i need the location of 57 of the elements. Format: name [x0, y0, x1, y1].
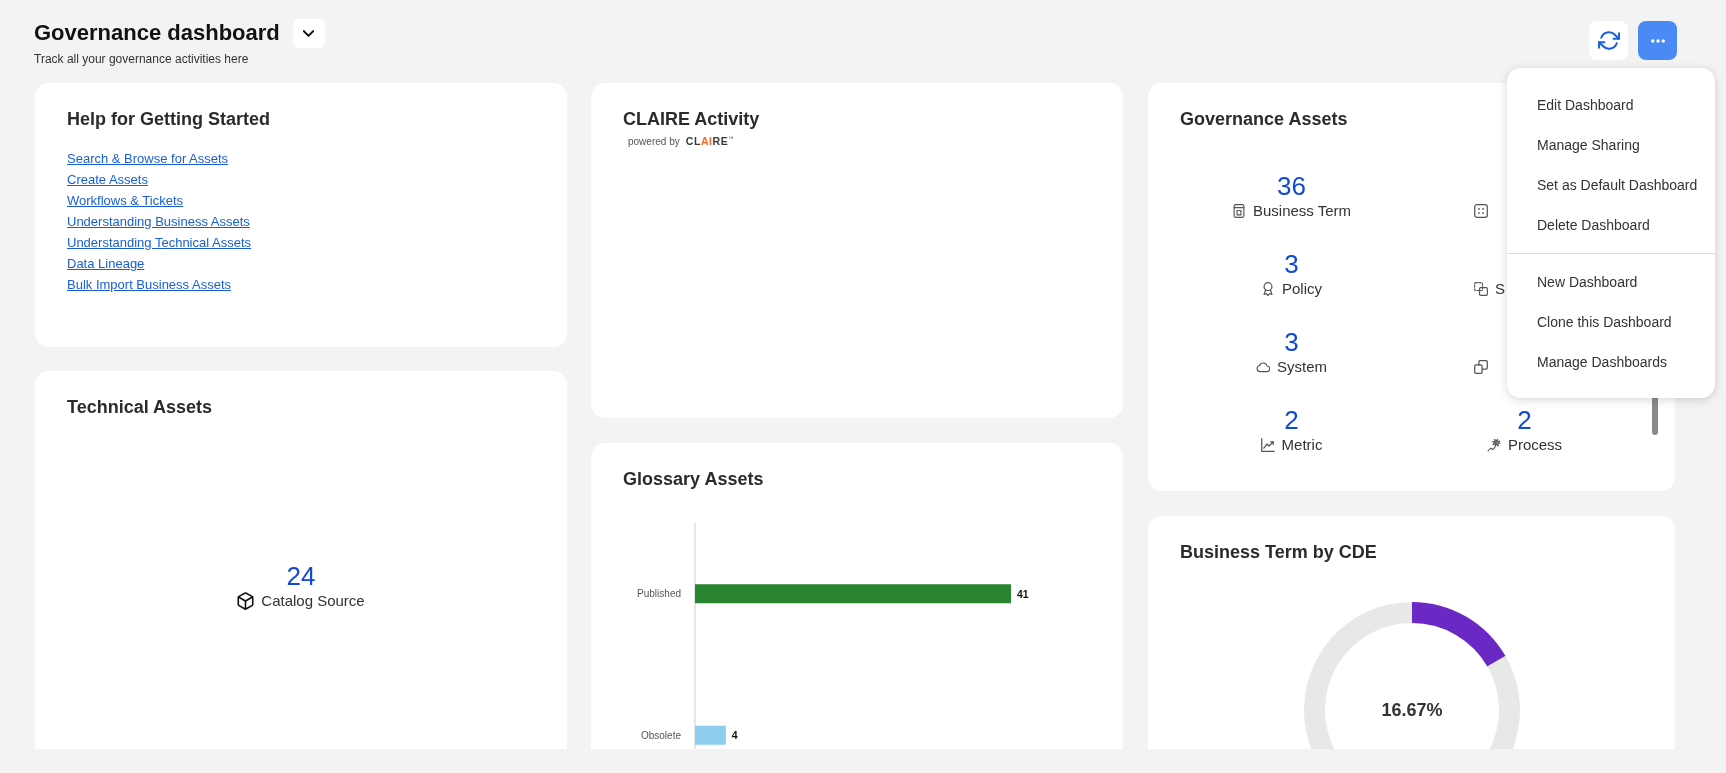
page-title: Governance dashboard: [34, 19, 280, 47]
card-title: Technical Assets: [67, 396, 213, 419]
dot-grid-icon: [1474, 204, 1488, 218]
menu-item[interactable]: Set as Default Dashboard: [1507, 165, 1715, 205]
help-link[interactable]: Understanding Technical Assets: [67, 233, 252, 252]
value-label: 4: [731, 729, 738, 742]
stacked-squares-icon: [1474, 360, 1488, 374]
help-link[interactable]: Understanding Business Assets: [67, 212, 250, 231]
asset-label: System: [1277, 357, 1327, 377]
refresh-button[interactable]: [1589, 21, 1628, 60]
line-chart-icon: [1260, 438, 1275, 452]
category-label: Obsolete: [640, 729, 681, 741]
asset-count: 2: [1284, 405, 1299, 435]
help-link[interactable]: Search & Browse for Assets: [67, 149, 229, 168]
document-icon: [1231, 204, 1246, 218]
menu-item[interactable]: Manage Sharing: [1507, 125, 1715, 165]
help-link[interactable]: Workflows & Tickets: [67, 191, 184, 210]
dashboard-dropdown-button[interactable]: [292, 18, 325, 48]
overlapping-squares-icon: [1474, 282, 1488, 296]
donut-center-label: 16.67%: [1380, 700, 1443, 720]
help-link[interactable]: Bulk Import Business Assets: [67, 275, 231, 294]
card-title: Business Term by CDE: [1180, 541, 1377, 564]
menu-item[interactable]: Edit Dashboard: [1507, 85, 1715, 125]
value-label: 41: [1017, 587, 1029, 600]
refresh-icon: [1597, 31, 1620, 50]
asset-count: 3: [1284, 249, 1299, 279]
asset-count: 36: [1277, 171, 1306, 201]
chevron-down-icon: [303, 29, 315, 37]
award-icon: [1261, 282, 1275, 296]
claire-logo: CLAIRE$^{™}$: [685, 134, 734, 147]
asset-label: Policy: [1282, 279, 1322, 299]
card-title: CLAIRE Activity: [623, 108, 760, 131]
page-subtitle: Track all your governance activities here: [34, 52, 250, 66]
card-title: Glossary Assets: [623, 468, 764, 491]
asset-label: Catalog Source: [261, 591, 365, 611]
more-button[interactable]: [1638, 21, 1677, 60]
menu-item[interactable]: Delete Dashboard: [1507, 205, 1715, 245]
help-link[interactable]: Data Lineage: [67, 254, 145, 273]
cloud-icon: [1256, 360, 1270, 374]
asset-label: Metric: [1281, 435, 1323, 455]
asset-label: S: [1495, 279, 1505, 299]
help-link[interactable]: Create Assets: [67, 170, 148, 189]
menu-item[interactable]: New Dashboard: [1507, 262, 1715, 302]
powered-by-text: powered by: [628, 136, 680, 148]
category-label: Published: [637, 588, 681, 600]
asset-count: 24: [286, 561, 316, 591]
asset-count: 3: [1284, 327, 1299, 357]
menu-item[interactable]: Clone this Dashboard: [1507, 302, 1715, 342]
asset-count: 2: [1517, 405, 1532, 435]
card-title: Help for Getting Started: [67, 108, 270, 131]
card-title: Governance Assets: [1180, 108, 1348, 131]
menu-item[interactable]: Manage Dashboards: [1507, 342, 1715, 382]
cube-icon: [237, 592, 255, 610]
asset-label: Business Term: [1252, 201, 1352, 221]
gear-icon: [1486, 438, 1501, 452]
asset-label: Process: [1507, 435, 1563, 455]
more-icon: [1650, 38, 1665, 43]
